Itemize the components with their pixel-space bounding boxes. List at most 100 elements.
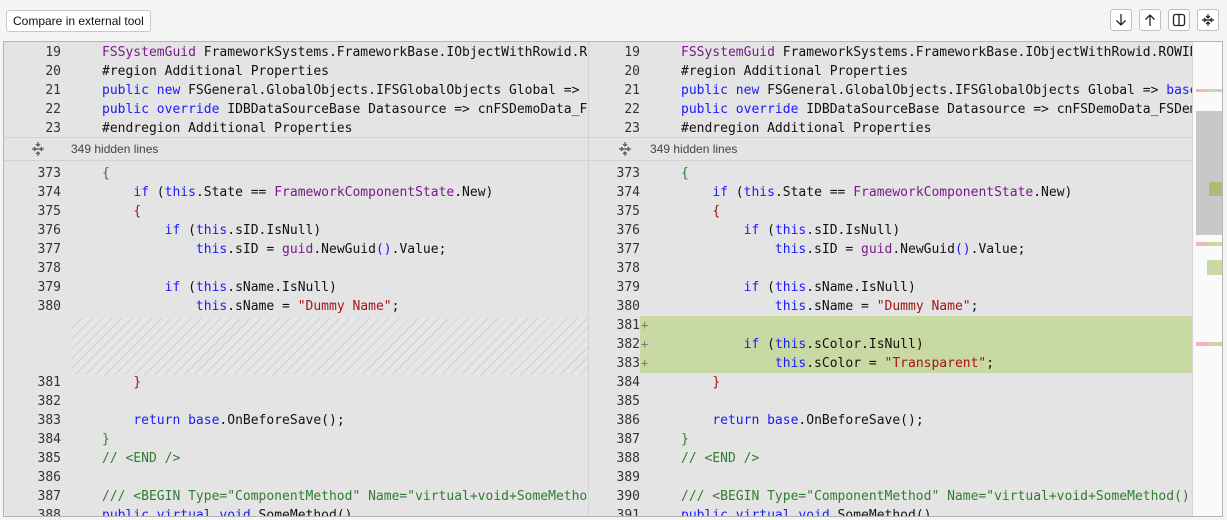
code-token: void — [798, 508, 830, 517]
line-number: 387 — [616, 432, 640, 447]
line-number: 384 — [616, 375, 640, 390]
code-text: public override IDBDataSourceBase Dataso… — [681, 100, 1192, 119]
code-token: ( — [759, 223, 775, 238]
code-token: .OnBeforeSave(); — [798, 413, 924, 428]
code-line: 23 #endregion Additional Properties — [589, 119, 1192, 138]
code-token: this — [774, 356, 807, 371]
collapse-unchanged-button[interactable] — [1197, 9, 1219, 31]
code-token: .NewGuid — [313, 242, 376, 257]
code-token: this — [195, 223, 228, 238]
expand-hidden-lines-icon[interactable] — [617, 141, 633, 157]
line-number: 375 — [616, 204, 640, 219]
code-token: .sName.IsNull) — [806, 280, 916, 295]
expand-hidden-lines-icon[interactable] — [30, 141, 46, 157]
hidden-lines-bar-left[interactable]: 349 hidden lines — [4, 137, 588, 161]
code-token: if — [164, 223, 181, 238]
code-text: // <END /> — [681, 449, 759, 468]
code-token: void — [219, 508, 251, 517]
code-text: } — [681, 430, 689, 449]
code-token: // <END /> — [681, 451, 760, 466]
left-diff-pane[interactable]: 349 hidden lines 19 FSSystemGuid Framewor… — [4, 42, 588, 517]
code-line: 378 — [589, 259, 1192, 278]
overview-change-marker — [1207, 260, 1222, 275]
side-by-side-view-button[interactable] — [1168, 9, 1190, 31]
code-token: public — [102, 83, 149, 98]
code-text: public override IDBDataSourceBase Dataso… — [102, 100, 588, 119]
code-line: 377 this.sID = guid.NewGuid().Value; — [4, 240, 588, 259]
code-token: .sID.IsNull) — [227, 223, 322, 238]
code-text: FSSystemGuid FrameworkSystems.FrameworkB… — [102, 43, 588, 62]
diff-overview-ruler[interactable] — [1192, 42, 1222, 516]
code-token: this — [774, 242, 807, 257]
code-token: return — [133, 413, 181, 428]
line-number: 376 — [37, 223, 61, 238]
overview-change-marker — [1208, 242, 1222, 246]
code-token: if — [712, 185, 728, 200]
code-text: #endregion Additional Properties — [681, 119, 931, 138]
code-token: "Dummy Name" — [297, 299, 392, 314]
code-token: { — [133, 204, 142, 219]
line-number: 19 — [624, 45, 640, 60]
code-token: .sID.IsNull) — [806, 223, 901, 238]
line-number: 373 — [37, 166, 61, 181]
previous-change-button[interactable] — [1139, 9, 1161, 31]
code-token: ; — [986, 356, 995, 371]
line-number: 382 — [589, 335, 640, 354]
line-number: 385 — [616, 394, 640, 409]
code-token: if — [743, 223, 760, 238]
code-token: base — [767, 413, 799, 428]
code-token: #region Additional Properties — [102, 64, 329, 79]
code-token: ; — [391, 299, 400, 314]
code-token: override — [156, 102, 220, 117]
code-token: if — [743, 337, 760, 352]
line-number: 374 — [37, 185, 61, 200]
hidden-lines-bar-right[interactable]: 349 hidden lines — [589, 137, 1192, 161]
overview-change-marker — [1196, 342, 1210, 346]
code-line: 376 if (this.sID.IsNull) — [589, 221, 1192, 240]
code-token: FrameworkComponentState — [853, 185, 1034, 200]
compare-external-tool-button[interactable]: Compare in external tool — [6, 10, 151, 32]
code-text: this.sID = guid.NewGuid().Value; — [681, 240, 1026, 259]
code-line: 389 — [589, 468, 1192, 487]
side-by-side-icon — [1172, 13, 1186, 27]
overview-change-marker — [1210, 342, 1222, 346]
code-token: virtual — [735, 508, 791, 517]
code-line: 376 if (this.sID.IsNull) — [4, 221, 588, 240]
code-token: } — [712, 375, 721, 390]
overview-viewport[interactable] — [1196, 111, 1222, 235]
code-token: .sColor.IsNull) — [806, 337, 924, 352]
code-line: 373 { — [4, 164, 588, 183]
code-line: 390 /// <BEGIN Type="ComponentMethod" Nam… — [589, 487, 1192, 506]
code-text: #endregion Additional Properties — [102, 119, 352, 138]
code-token: FSSystemGuid — [681, 45, 775, 60]
line-number: 391 — [616, 508, 640, 517]
line-number: 21 — [45, 83, 61, 98]
code-token: if — [133, 185, 149, 200]
code-text: } — [102, 373, 141, 392]
code-text: { — [102, 164, 110, 183]
next-change-button[interactable] — [1110, 9, 1132, 31]
arrow-down-icon — [1116, 14, 1126, 26]
code-line: 378 — [4, 259, 588, 278]
code-line: 388 // <END /> — [589, 449, 1192, 468]
code-line: 385 // <END /> — [4, 449, 588, 468]
code-token: this — [774, 337, 807, 352]
code-line: 380 this.sName = "Dummy Name"; — [589, 297, 1192, 316]
line-number: 383 — [589, 354, 640, 373]
code-text: if (this.State == FrameworkComponentStat… — [681, 183, 1072, 202]
code-text: { — [681, 202, 720, 221]
code-token: .sID = — [806, 242, 862, 257]
code-text: this.sName = "Dummy Name"; — [102, 297, 400, 316]
right-diff-pane[interactable]: 349 hidden lines 19 FSSystemGuid Framewor… — [588, 42, 1192, 517]
line-number: 22 — [45, 102, 61, 117]
code-text: return base.OnBeforeSave(); — [102, 411, 344, 430]
code-text: if (this.sColor.IsNull) — [681, 335, 924, 354]
code-token: override — [735, 102, 799, 117]
overview-change-marker — [1209, 182, 1222, 196]
